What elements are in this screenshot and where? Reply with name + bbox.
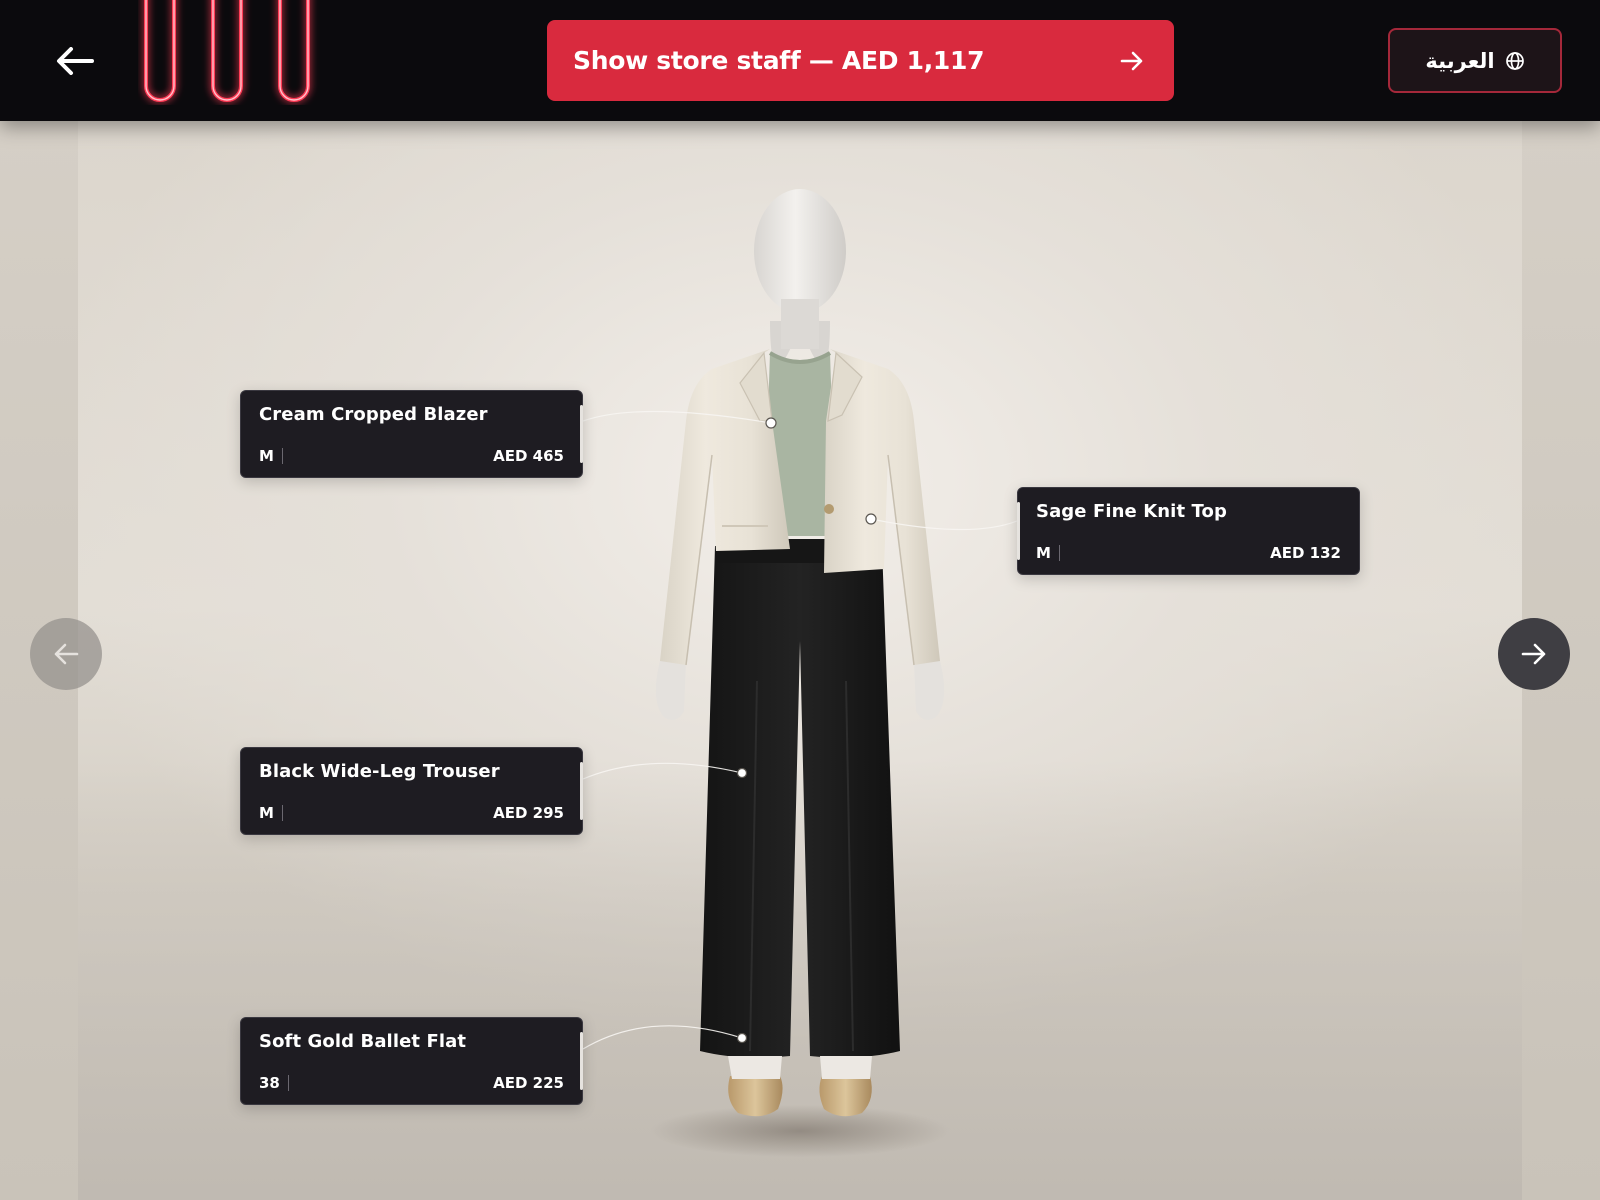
product-price: AED 295 [493,804,564,822]
product-name: Black Wide-Leg Trouser [259,761,500,782]
arrow-left-icon [54,643,79,665]
product-size-wrap: M [259,447,283,465]
product-card-trouser[interactable]: Black Wide-Leg Trouser M AED 295 [240,747,583,835]
outfit-stage: Cream Cropped Blazer M AED 465 Sage Fine… [0,121,1600,1200]
neon-logo [144,0,310,102]
product-price: AED 132 [1270,544,1341,562]
language-label: العربية [1425,48,1495,73]
product-name: Soft Gold Ballet Flat [259,1031,467,1052]
product-size: 38 [259,1074,280,1092]
language-toggle-button[interactable]: العربية [1388,28,1562,93]
product-size: M [259,447,274,465]
meta-divider [281,448,283,464]
arrow-left-icon [57,47,94,75]
product-card-ballet-flat[interactable]: Soft Gold Ballet Flat 38 AED 225 [240,1017,583,1105]
product-size: M [259,804,274,822]
show-store-staff-button[interactable]: Show store staff — AED 1,117 [547,20,1174,101]
meta-divider [287,1075,289,1091]
product-size-wrap: M [1036,544,1060,562]
cta-label: Show store staff — AED 1,117 [573,46,985,75]
product-name: Sage Fine Knit Top [1036,501,1227,522]
product-meta: 38 AED 225 [259,1074,564,1092]
meta-divider [1058,545,1060,561]
arrow-right-icon [1521,643,1546,665]
product-size-wrap: M [259,804,283,822]
meta-divider [281,805,283,821]
product-card-knit-top[interactable]: Sage Fine Knit Top M AED 132 [1017,487,1360,575]
product-price: AED 225 [493,1074,564,1092]
product-meta: M AED 465 [259,447,564,465]
product-meta: M AED 132 [1036,544,1341,562]
back-button[interactable] [46,36,104,86]
previous-outfit-button[interactable] [30,618,102,690]
product-size-wrap: 38 [259,1074,289,1092]
next-outfit-button[interactable] [1498,618,1570,690]
product-card-blazer[interactable]: Cream Cropped Blazer M AED 465 [240,390,583,478]
product-meta: M AED 295 [259,804,564,822]
top-bar: Show store staff — AED 1,117 العربية [0,0,1600,121]
product-size: M [1036,544,1051,562]
globe-icon [1505,51,1524,70]
product-name: Cream Cropped Blazer [259,404,488,425]
arrow-right-icon [1120,51,1143,70]
product-price: AED 465 [493,447,564,465]
